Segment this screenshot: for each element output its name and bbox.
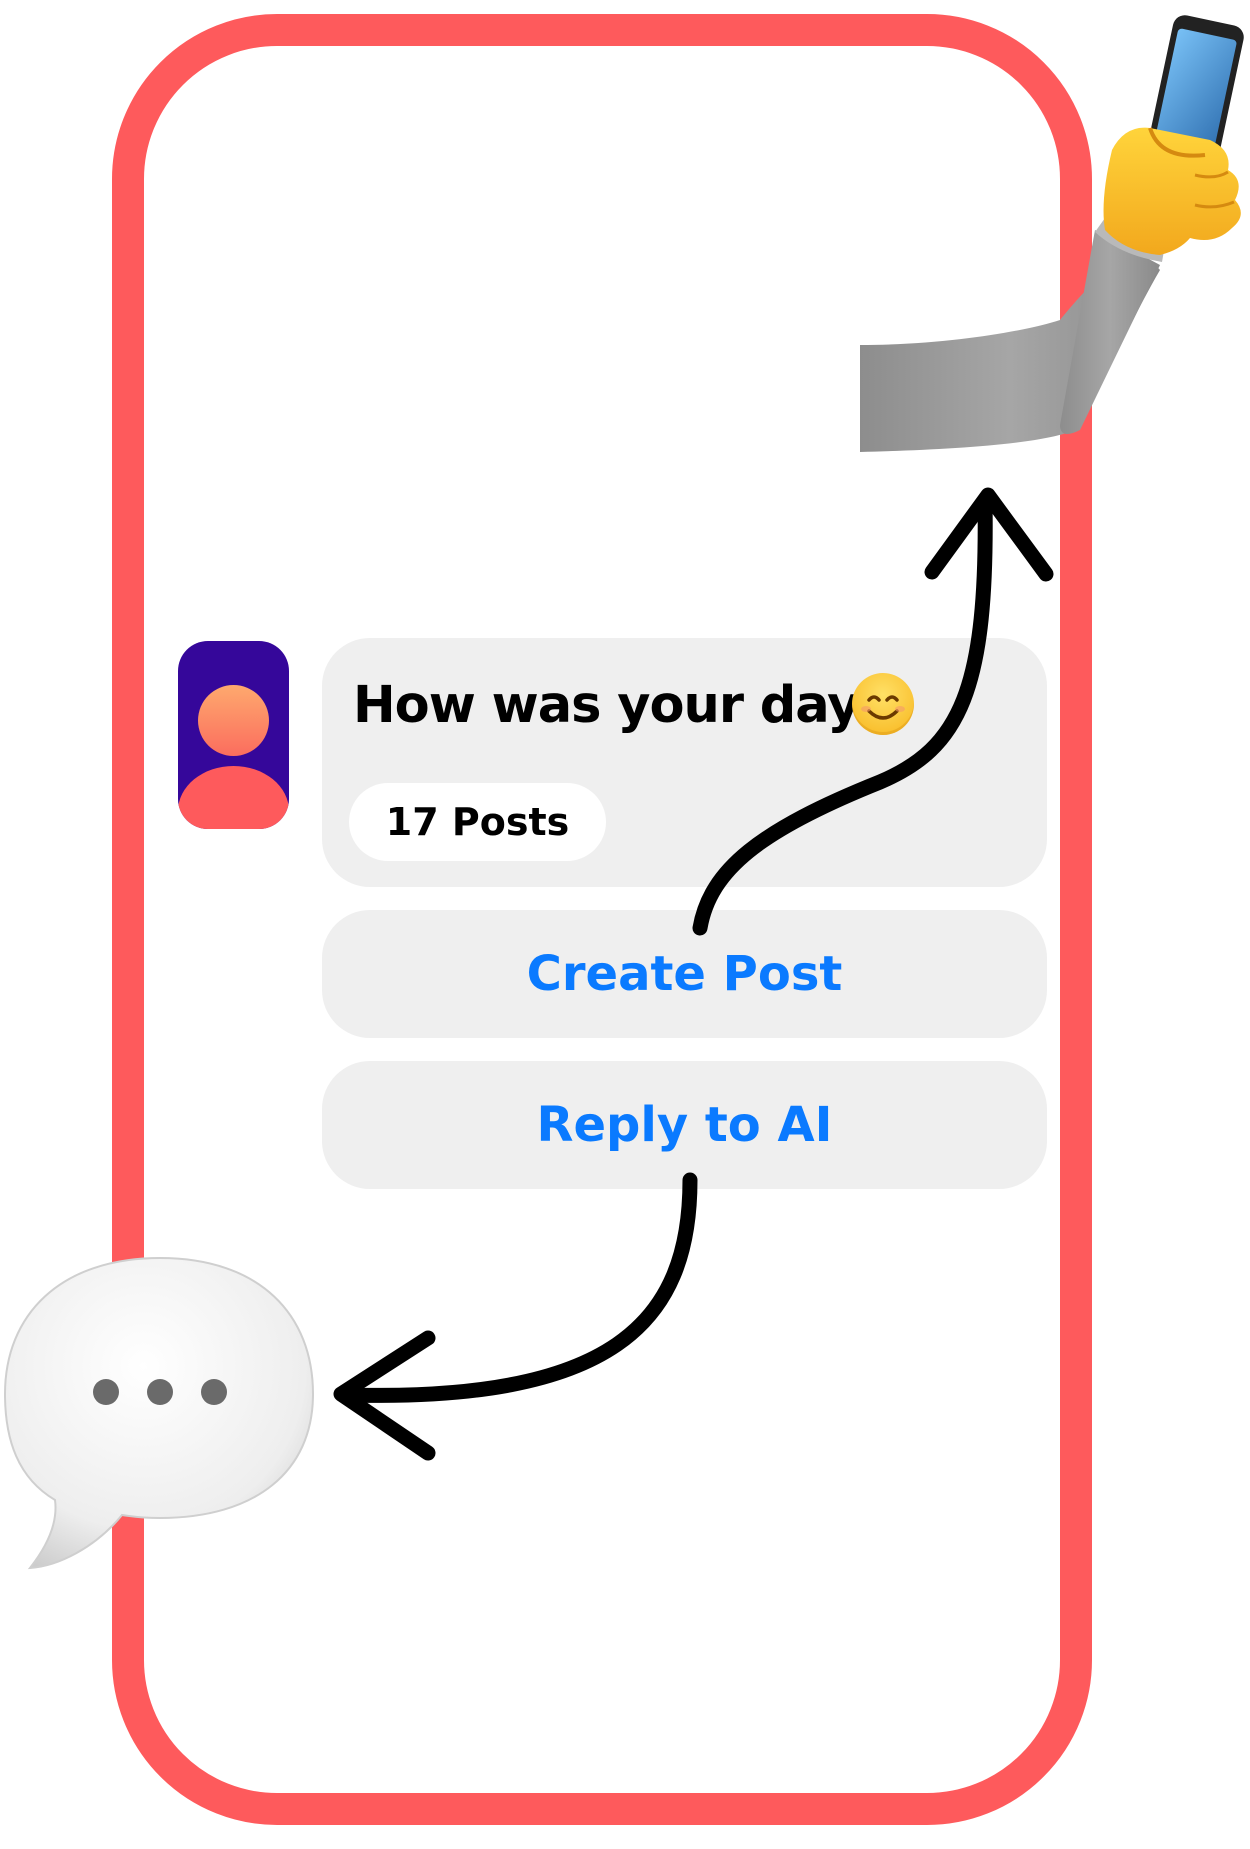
annotation-arrows xyxy=(333,487,1054,1461)
